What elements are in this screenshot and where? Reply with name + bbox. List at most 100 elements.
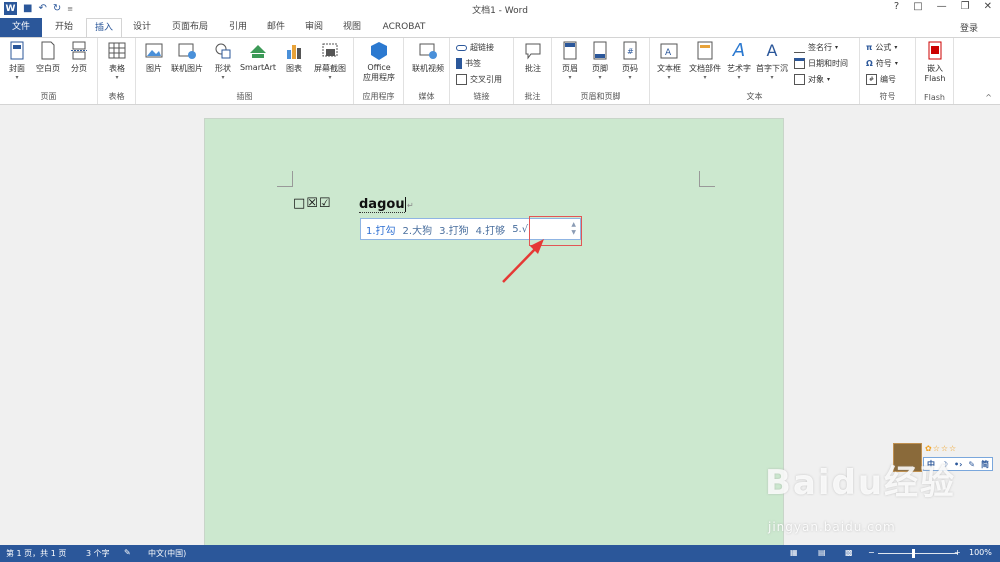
window-title: 文档1 - Word	[472, 6, 528, 16]
watermark-brand: Baidu经验	[765, 463, 957, 503]
page-number-icon: #	[620, 41, 640, 61]
ime-candidate-2[interactable]: 2.大狗	[403, 222, 433, 237]
page-count[interactable]: 第 1 页，共 1 页	[6, 548, 66, 559]
number-icon: #	[866, 74, 877, 85]
tab-mailings[interactable]: 邮件	[258, 18, 294, 37]
word-count[interactable]: 3 个字	[86, 548, 110, 559]
svg-text:#: #	[627, 47, 634, 56]
online-picture-button[interactable]: 联机图片	[168, 41, 206, 74]
margin-corner-top-right	[699, 171, 715, 187]
tab-insert[interactable]: 插入	[86, 18, 122, 38]
group-illustrations: 图片 联机图片 形状 ▾ SmartArt 图表 屏幕截图 ▾ 插图	[136, 38, 354, 104]
tab-view[interactable]: 视图	[334, 18, 370, 37]
zoom-slider-thumb[interactable]	[912, 549, 915, 558]
online-picture-icon	[177, 41, 197, 61]
help-icon[interactable]: ?	[894, 1, 899, 12]
group-apps: Office 应用程序 应用程序	[354, 38, 404, 104]
cross-reference-button[interactable]: 交叉引用	[456, 73, 502, 86]
checkbox-symbols: □☒☑	[293, 196, 332, 211]
table-button[interactable]: 表格 ▾	[104, 41, 130, 81]
smartart-button[interactable]: SmartArt	[238, 41, 278, 72]
office-apps-button[interactable]: Office 应用程序	[358, 41, 400, 83]
zoom-slider[interactable]	[878, 553, 958, 554]
header-button[interactable]: 页眉 ▾	[556, 41, 584, 81]
date-time-button[interactable]: 日期和时间	[794, 57, 848, 70]
group-header-footer: 页眉 ▾ 页脚 ▾ # 页码 ▾ 页眉和页脚	[552, 38, 650, 104]
ime-simplified-icon[interactable]: 简	[981, 459, 989, 470]
footer-button[interactable]: 页脚 ▾	[586, 41, 614, 81]
picture-icon	[144, 41, 164, 61]
ime-level-stars: ✿☆☆☆	[925, 444, 958, 453]
embed-flash-button[interactable]: 嵌入 Flash	[920, 41, 950, 83]
ime-candidate-5[interactable]: 5.√	[512, 224, 528, 235]
zoom-out-icon[interactable]: −	[868, 548, 875, 557]
document-page[interactable]: □☒☑ dagou ↵	[204, 118, 784, 546]
screenshot-button[interactable]: 屏幕截图 ▾	[310, 41, 350, 81]
chart-button[interactable]: 图表	[281, 41, 307, 74]
tab-acrobat[interactable]: ACROBAT	[376, 18, 432, 37]
shapes-button[interactable]: 形状 ▾	[209, 41, 237, 81]
calendar-icon	[794, 58, 805, 69]
page-break-icon	[69, 41, 89, 61]
drop-cap-button[interactable]: A 首字下沉 ▾	[754, 41, 790, 81]
pinyin-input-text: dagou	[359, 197, 405, 213]
omega-icon: Ω	[866, 59, 873, 68]
tab-design[interactable]: 设计	[124, 18, 160, 37]
page-break-button[interactable]: 分页	[66, 41, 92, 74]
close-icon[interactable]: ✕	[984, 1, 992, 12]
ime-candidate-3[interactable]: 3.打狗	[439, 222, 469, 237]
group-flash: 嵌入 Flash Flash	[916, 38, 954, 104]
comment-icon	[523, 41, 543, 61]
ime-candidate-4[interactable]: 4.打够	[476, 222, 506, 237]
ribbon-display-icon[interactable]: □	[913, 1, 922, 12]
tab-home[interactable]: 开始	[46, 18, 82, 37]
wordart-button[interactable]: A 艺术字 ▾	[724, 40, 754, 82]
shapes-icon	[213, 41, 233, 61]
read-mode-icon[interactable]: ▦	[790, 548, 798, 557]
print-layout-icon[interactable]: ▤	[818, 548, 826, 557]
object-button[interactable]: 对象 ▾	[794, 73, 830, 86]
equation-button[interactable]: π 公式 ▾	[866, 41, 897, 54]
ime-settings-icon[interactable]: ✎	[968, 460, 975, 469]
tab-layout[interactable]: 页面布局	[164, 18, 216, 37]
symbol-button[interactable]: Ω 符号 ▾	[866, 57, 898, 70]
signature-line-button[interactable]: 签名行 ▾	[794, 41, 838, 54]
restore-icon[interactable]: ❐	[961, 1, 970, 12]
quick-parts-icon	[695, 41, 715, 61]
quick-parts-button[interactable]: 文档部件 ▾	[686, 41, 724, 81]
tab-file[interactable]: 文件	[0, 18, 42, 37]
hyperlink-button[interactable]: 超链接	[456, 41, 494, 54]
object-icon	[794, 74, 805, 85]
proofing-icon[interactable]: ✎	[124, 548, 131, 557]
textbox-button[interactable]: A 文本框 ▾	[652, 41, 686, 81]
zoom-in-icon[interactable]: +	[954, 548, 961, 557]
ime-candidate-1[interactable]: 1.打勾	[366, 222, 396, 237]
zoom-level[interactable]: 100%	[969, 548, 992, 557]
collapse-ribbon-icon[interactable]: ^	[985, 93, 992, 102]
blank-page-button[interactable]: 空白页	[33, 41, 63, 74]
minimize-icon[interactable]: —	[937, 1, 947, 12]
footer-icon	[590, 41, 610, 61]
picture-button[interactable]: 图片	[140, 41, 168, 74]
online-video-button[interactable]: 联机视频	[408, 41, 448, 74]
signature-icon	[794, 42, 805, 53]
web-layout-icon[interactable]: ▩	[845, 548, 853, 557]
numbering-button[interactable]: # 编号	[866, 73, 896, 86]
group-pages: 封面 ▾ 空白页 分页 页面	[0, 38, 98, 104]
paragraph-mark: ↵	[407, 201, 414, 210]
tab-review[interactable]: 审阅	[296, 18, 332, 37]
ribbon-tabs: 文件 开始 插入 设计 页面布局 引用 邮件 审阅 视图 ACROBAT 登录	[0, 18, 1000, 38]
tab-references[interactable]: 引用	[220, 18, 256, 37]
group-tables: 表格 ▾ 表格	[98, 38, 136, 104]
online-video-icon	[418, 41, 438, 61]
cover-button[interactable]: 封面 ▾	[4, 41, 30, 81]
title-bar: W ■ ↶ ↻ ≡ 文档1 - Word ? □ — ❐ ✕	[0, 0, 1000, 18]
annotation-arrow-icon	[502, 239, 544, 283]
language-indicator[interactable]: 中文(中国)	[148, 548, 186, 559]
bookmark-button[interactable]: 书签	[456, 57, 481, 70]
wordart-icon: A	[732, 40, 746, 61]
login-link[interactable]: 登录	[960, 21, 978, 34]
bookmark-icon	[456, 58, 462, 69]
page-number-button[interactable]: # 页码 ▾	[616, 41, 644, 81]
comment-button[interactable]: 批注	[520, 41, 546, 74]
